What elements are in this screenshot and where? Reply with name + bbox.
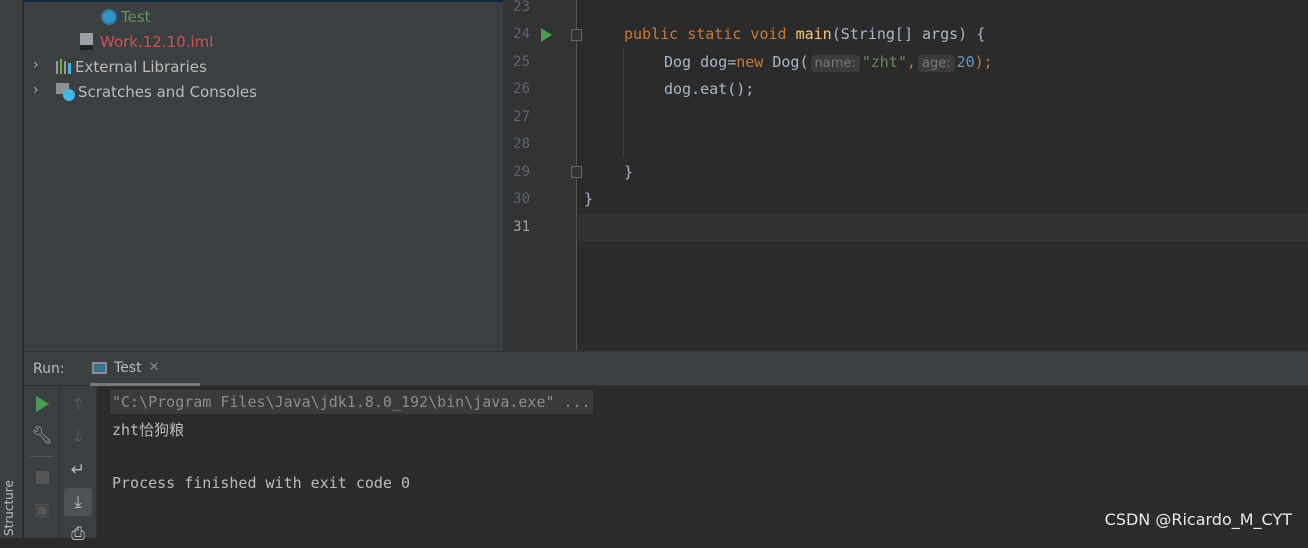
chevron-right-icon[interactable]: ›	[33, 57, 39, 73]
code-line-29: }	[624, 163, 634, 181]
run-label: Run:	[33, 361, 65, 377]
tree-item-iml[interactable]: Work.12.10.iml	[80, 29, 213, 54]
run-toolbar-primary: 🔧︎ ▣	[24, 386, 60, 538]
java-class-run-icon	[101, 8, 117, 25]
print-icon[interactable]: ⎙	[64, 520, 92, 548]
line-number: 31	[513, 219, 530, 235]
left-tool-strip: Structure	[0, 0, 23, 538]
tree-item-external-libraries[interactable]: External Libraries	[56, 54, 207, 79]
line-number: 28	[513, 136, 530, 152]
code-editor[interactable]: 23 24 25 26 27 28 29 30 31 public static…	[503, 0, 1308, 351]
console-icon	[92, 361, 107, 374]
line-number: 30	[513, 191, 530, 207]
project-tree: Test Work.12.10.iml › External Libraries…	[24, 0, 503, 351]
console-exit-line: Process finished with exit code 0	[112, 474, 411, 492]
run-gutter-icon[interactable]	[541, 28, 552, 42]
rerun-button[interactable]	[28, 390, 56, 418]
line-number: 29	[513, 164, 530, 180]
watermark: CSDN @Ricardo_M_CYT	[1104, 510, 1292, 529]
run-tab-test[interactable]: Test ✕	[90, 352, 200, 386]
console-output-line: zht恰狗粮	[112, 421, 185, 439]
arrow-down-icon[interactable]: ↓	[64, 423, 92, 451]
arrow-up-icon[interactable]: ↑	[64, 391, 92, 419]
structure-tool-tab[interactable]: Structure	[2, 480, 16, 536]
close-icon[interactable]: ✕	[149, 360, 160, 375]
camera-icon[interactable]: ▣	[28, 496, 56, 524]
fold-icon[interactable]	[571, 29, 582, 41]
tree-item-scratches[interactable]: Scratches and Consoles	[56, 79, 257, 104]
code-line-30: }	[584, 190, 594, 208]
scroll-to-end-icon[interactable]: ⤓	[64, 488, 92, 516]
scratches-icon	[56, 82, 76, 101]
tree-item-test[interactable]: Test	[101, 4, 151, 29]
console-command-line[interactable]: "C:\Program Files\Java\jdk1.8.0_192\bin\…	[110, 390, 593, 414]
stop-button[interactable]	[28, 463, 56, 491]
line-number: 25	[513, 54, 530, 70]
run-panel-header: Run: Test ✕	[24, 351, 1308, 386]
line-number: 23	[513, 0, 530, 15]
wrench-icon[interactable]: 🔧︎	[28, 422, 56, 450]
line-number: 26	[513, 81, 530, 97]
editor-gutter: 23 24 25 26 27 28 29 30 31	[503, 0, 582, 351]
code-line-26: dog.eat();	[664, 80, 755, 98]
line-number: 27	[513, 109, 530, 125]
run-toolbar-secondary: ↑ ↓ ↵ ⤓ ⎙	[60, 386, 97, 544]
line-number: 24	[513, 26, 530, 42]
soft-wrap-icon[interactable]: ↵	[64, 456, 92, 484]
code-line-24: public static void main(String[] args) {	[624, 25, 986, 43]
current-line-highlight	[578, 214, 1308, 241]
chevron-right-icon[interactable]: ›	[33, 82, 39, 98]
code-line-25: Dog dog=new Dog(name: "zht", age: 20);	[664, 53, 993, 72]
param-hint: name:	[810, 55, 860, 72]
fold-icon[interactable]	[571, 166, 582, 178]
iml-file-icon	[80, 33, 93, 50]
libraries-icon	[56, 59, 71, 74]
param-hint: age:	[917, 55, 955, 72]
